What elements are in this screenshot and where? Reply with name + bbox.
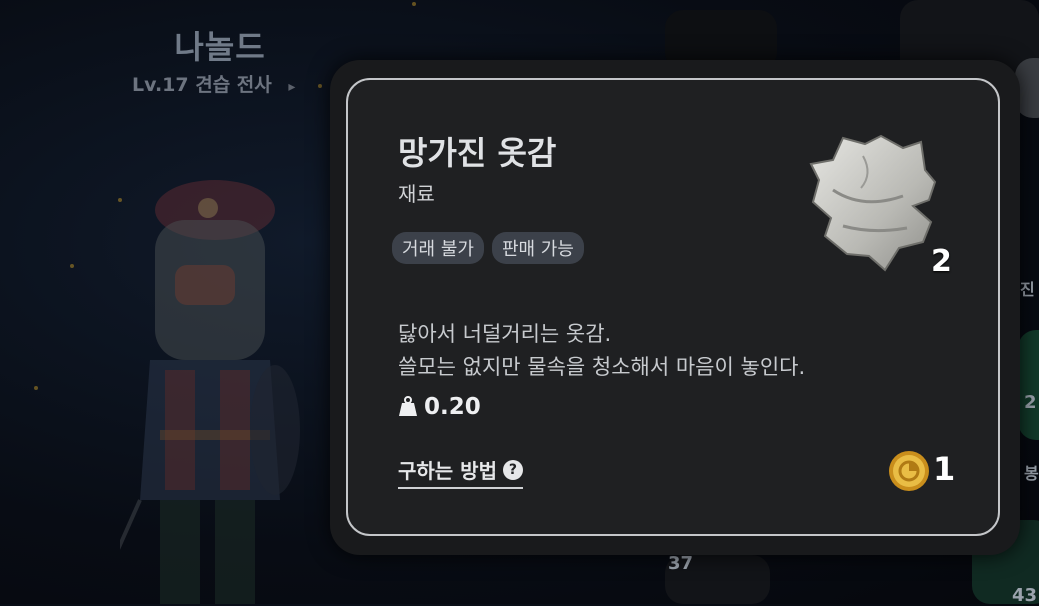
slot-count: 37 — [668, 553, 694, 574]
character-level: Lv.17 견습 전사 ▸ — [132, 70, 295, 97]
tag-trade-unavailable: 거래 불가 — [392, 232, 484, 264]
edge-label: 2 — [1024, 392, 1037, 413]
edge-label: 진 — [1020, 280, 1035, 299]
character-name: 나놀드 — [174, 28, 266, 66]
sparkle — [70, 264, 74, 268]
level-label: Lv.17 — [132, 74, 189, 96]
help-icon: ? — [502, 459, 523, 480]
torn-cloth-icon — [809, 134, 937, 272]
item-tags: 거래 불가 판매 가능 — [392, 232, 584, 264]
weight-value: 0.20 — [424, 394, 481, 420]
sparkle — [412, 2, 416, 6]
sparkle — [34, 386, 38, 390]
arrow-icon: ▸ — [288, 79, 296, 95]
slot-count: 43 — [1012, 585, 1038, 606]
item-type: 재료 — [398, 182, 435, 206]
class-name: 견습 전사 — [195, 74, 272, 96]
item-tooltip: 망가진 옷감 재료 거래 불가 판매 가능 닳아서 너덜거리는 옷감. 쓸모는 … — [346, 78, 1000, 536]
tag-sellable: 판매 가능 — [491, 232, 584, 264]
description-line: 닳아서 너덜거리는 옷감. — [398, 322, 612, 346]
background-slot — [1018, 330, 1039, 440]
item-description: 닳아서 너덜거리는 옷감. 쓸모는 없지만 물속을 청소해서 마음이 놓인다. — [398, 318, 805, 384]
description-line: 쓸모는 없지만 물속을 청소해서 마음이 놓인다. — [398, 355, 806, 379]
how-to-get-link[interactable]: 구하는 방법 ? — [398, 455, 523, 489]
gold-coin-icon — [889, 451, 929, 491]
item-weight: 0.20 — [398, 394, 481, 420]
item-quantity: 2 — [931, 244, 952, 279]
edge-label: 봉 — [1024, 464, 1039, 483]
sell-price: 1 — [933, 450, 956, 488]
weight-icon — [399, 396, 417, 416]
character-avatar — [120, 180, 300, 604]
how-to-get-label: 구하는 방법 — [398, 459, 497, 483]
item-name: 망가진 옷감 — [398, 134, 557, 172]
sparkle — [318, 84, 322, 88]
